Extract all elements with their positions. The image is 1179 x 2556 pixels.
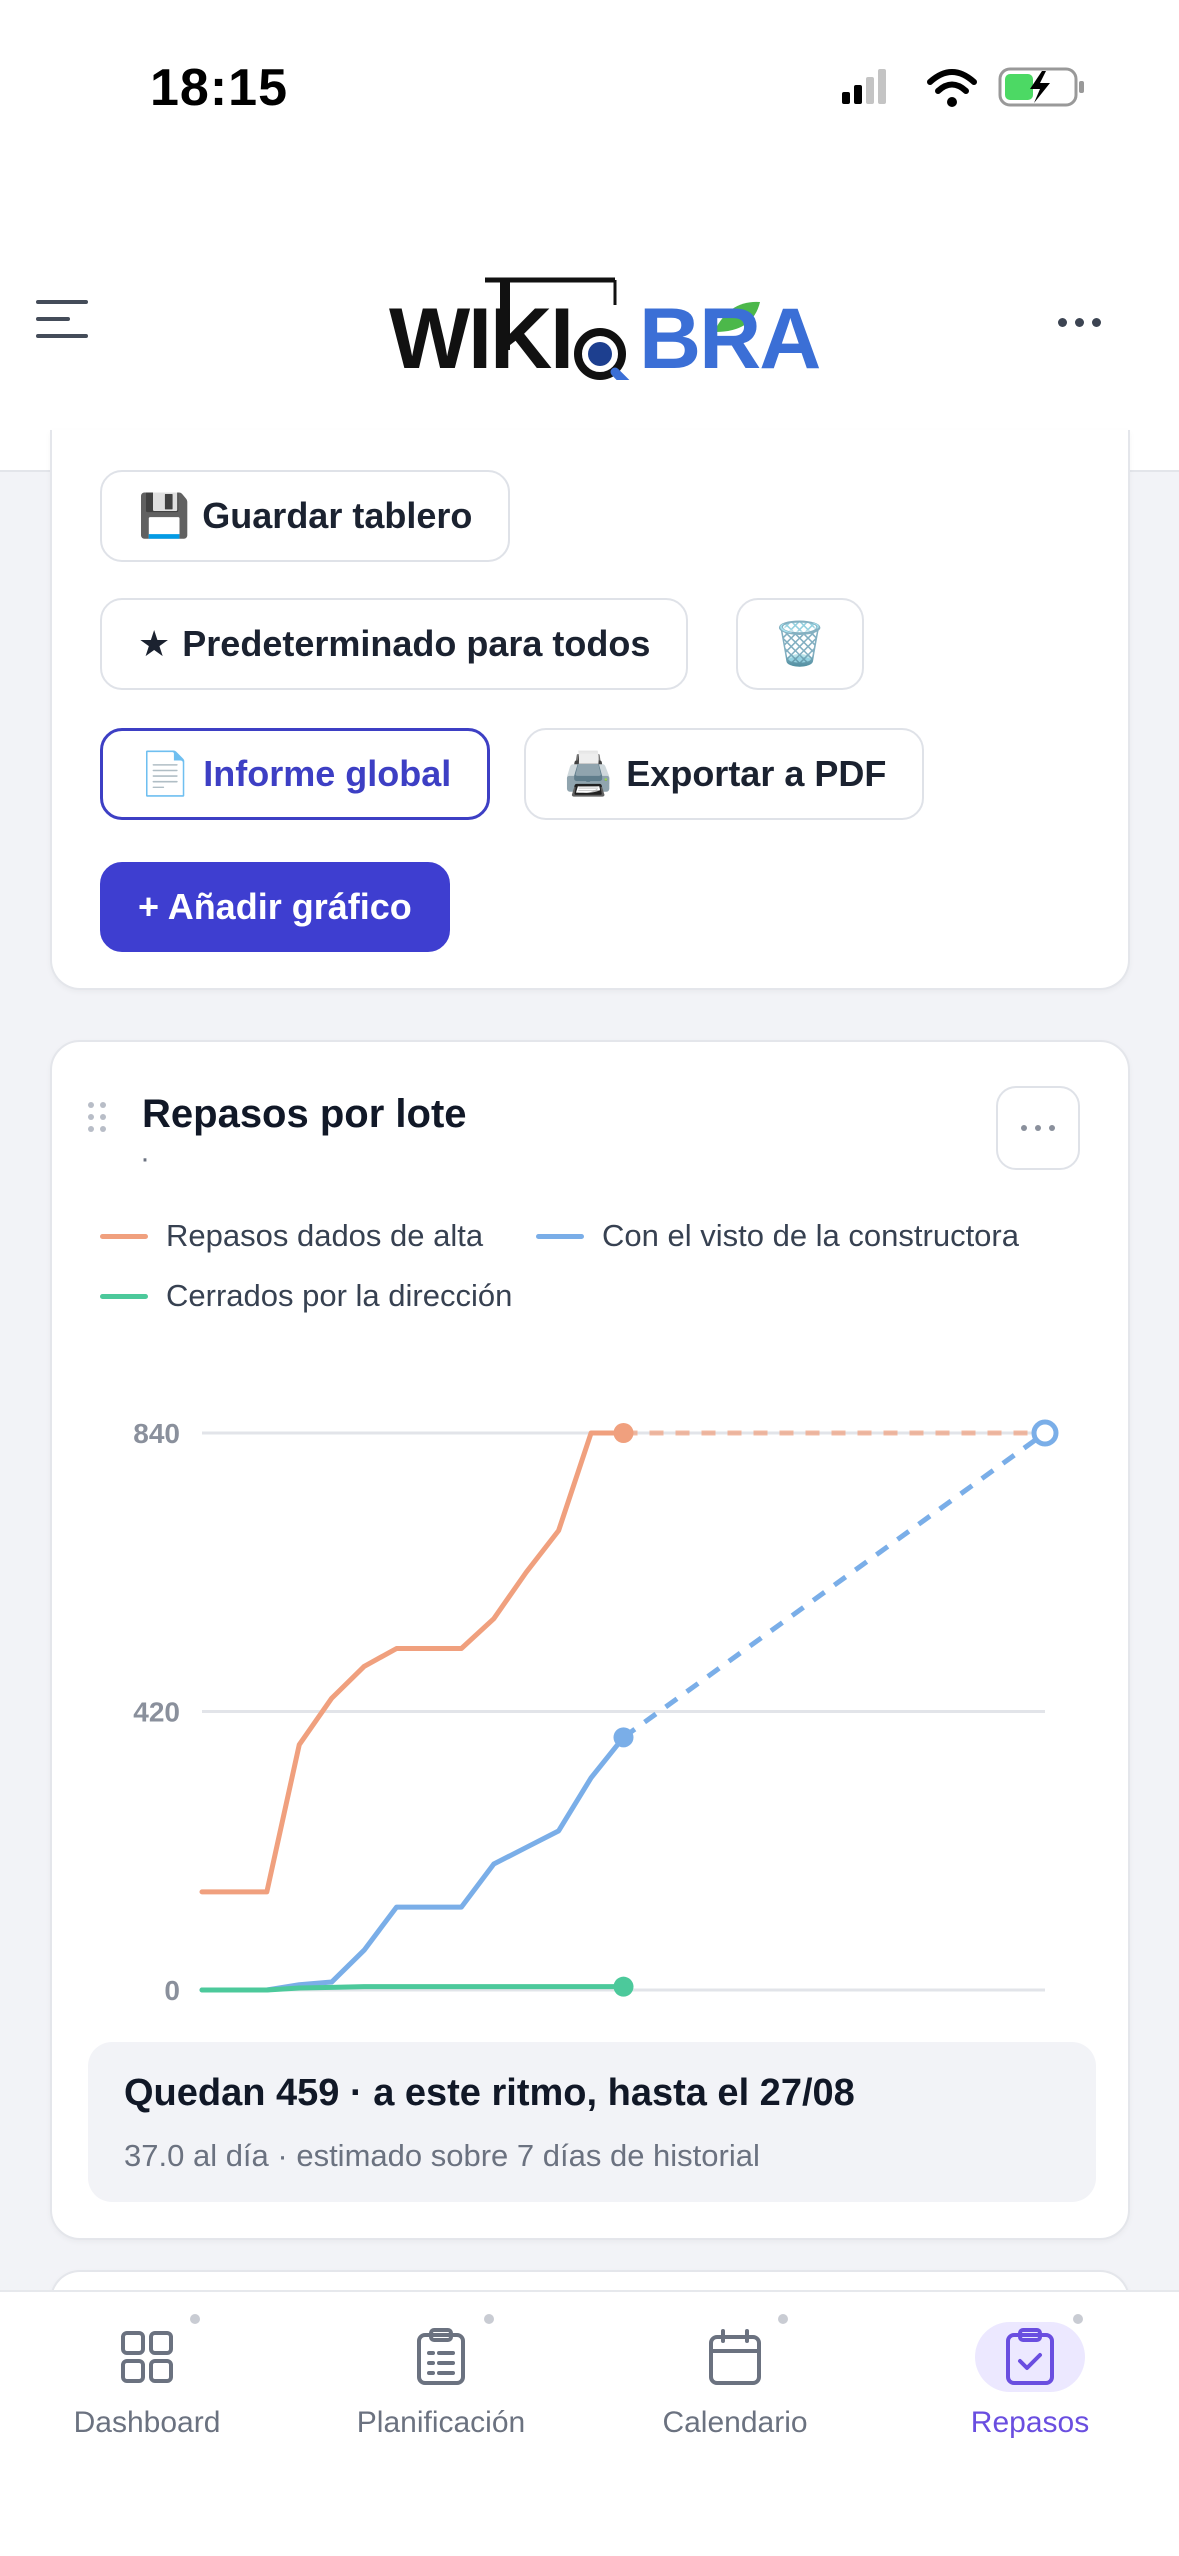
app-header: WIKI BRA <box>0 150 1179 472</box>
tab-calendario[interactable]: Calendario <box>605 2314 865 2472</box>
signal-icon <box>842 69 886 104</box>
line-chart: 042084001/0805/0809/0813/0814/0827/08 <box>133 1418 1080 2012</box>
document-icon: 📄 <box>139 749 192 797</box>
export-pdf-button[interactable]: 🖨️ Exportar a PDF <box>524 728 925 820</box>
delete-board-button[interactable]: 🗑️ <box>736 598 864 690</box>
series-projection-1 <box>622 1430 1047 1740</box>
clipboard-list-icon <box>386 2314 496 2392</box>
save-board-button[interactable]: 💾 Guardar tablero <box>100 470 511 562</box>
series-last-point-0 <box>613 1423 634 1443</box>
tab-dot <box>1073 2314 1083 2324</box>
default-for-all-button[interactable]: ★ Predeterminado para todos <box>100 598 689 690</box>
forecast-summary-main: Quedan 459 · a este ritmo, hasta el 27/0… <box>124 2072 855 2114</box>
global-report-button[interactable]: 📄 Informe global <box>100 728 491 820</box>
more-horizontal-icon[interactable] <box>1058 314 1114 334</box>
chart-options-button[interactable] <box>996 1086 1080 1170</box>
x-tick-label: 27/08 <box>1010 2009 1080 2012</box>
tab-dashboard[interactable]: Dashboard <box>17 2314 277 2472</box>
export-pdf-label: Exportar a PDF <box>626 753 887 794</box>
star-icon: ★ <box>138 623 171 664</box>
y-tick-label: 0 <box>164 1975 180 2006</box>
tab-dot <box>778 2314 788 2324</box>
series-line-1 <box>199 1734 626 1993</box>
chart-subtitle: · <box>140 1142 150 1175</box>
status-icons <box>842 67 1084 107</box>
x-tick-label: 09/08 <box>426 2009 496 2012</box>
tab-dot <box>484 2314 494 2324</box>
floppy-disk-icon: 💾 <box>138 491 191 539</box>
save-board-label: Guardar tablero <box>202 495 473 536</box>
series-last-point-1 <box>613 1727 634 1748</box>
hamburger-icon[interactable] <box>36 300 88 344</box>
x-tick-label: 01/08 <box>167 2009 237 2012</box>
legend-item-visto[interactable]: Con el visto de la constructora <box>536 1218 1019 1254</box>
legend-swatch-alta <box>100 1233 148 1239</box>
x-tick-label: 05/08 <box>297 2009 367 2012</box>
forecast-summary-sub: 37.0 al día · estimado sobre 7 días de h… <box>124 2138 760 2173</box>
tab-label-repasos: Repasos <box>970 2406 1090 2439</box>
chart-card: Repasos por lote · Repasos dados de alta… <box>50 1040 1130 2240</box>
tab-dot <box>190 2314 200 2324</box>
wifi-icon <box>927 69 977 107</box>
dashboard-toolbar-card: 💾 Guardar tablero ★ Predeterminado para … <box>50 430 1130 990</box>
legend-item-alta[interactable]: Repasos dados de alta <box>100 1218 483 1254</box>
x-tick-label: 14/08 <box>588 2009 658 2012</box>
series-line-0 <box>199 1430 626 1895</box>
logo-text-bra: BRA <box>639 291 821 387</box>
logo-text-wiki: WIKI <box>389 291 574 387</box>
app-logo[interactable]: WIKI BRA <box>385 250 821 387</box>
status-bar: 18:15 <box>0 0 1179 150</box>
legend-label-cerrados: Cerrados por la dirección <box>166 1278 513 1313</box>
legend-swatch-cerrados <box>100 1293 148 1299</box>
calendar-icon <box>680 2314 790 2392</box>
projection-endpoint <box>1031 1419 1059 1447</box>
tab-label-calendario: Calendario <box>662 2406 808 2439</box>
add-chart-button[interactable]: + Añadir gráfico <box>100 862 450 952</box>
grid-icon <box>92 2314 202 2392</box>
status-time: 18:15 <box>150 59 288 117</box>
bottom-tab-bar: Dashboard Planificación Calendario Repas… <box>0 2290 1179 2556</box>
legend-swatch-visto <box>536 1233 584 1239</box>
battery-icon <box>998 67 1084 107</box>
series-last-point-2 <box>613 1976 634 1997</box>
printer-icon: 🖨️ <box>562 749 615 797</box>
trash-icon: 🗑️ <box>773 619 827 667</box>
tab-repasos[interactable]: Repasos <box>900 2314 1160 2472</box>
default-for-all-label: Predeterminado para todos <box>182 623 651 664</box>
drag-handle-icon[interactable] <box>88 1102 112 1136</box>
y-tick-label: 840 <box>133 1418 180 1449</box>
clipboard-check-icon <box>975 2314 1085 2392</box>
add-chart-label: + Añadir gráfico <box>138 886 412 927</box>
forecast-summary: Quedan 459 · a este ritmo, hasta el 27/0… <box>88 2042 1096 2202</box>
tab-planificacion[interactable]: Planificación <box>311 2314 571 2472</box>
global-report-label: Informe global <box>203 753 452 794</box>
legend-label-visto: Con el visto de la constructora <box>602 1218 1019 1253</box>
legend-label-alta: Repasos dados de alta <box>166 1218 484 1253</box>
tab-label-dashboard: Dashboard <box>73 2406 221 2439</box>
legend-item-cerrados[interactable]: Cerrados por la dirección <box>100 1278 512 1314</box>
tab-label-planificacion: Planificación <box>356 2406 526 2439</box>
chart-title: Repasos por lote <box>142 1092 467 1136</box>
y-tick-label: 420 <box>133 1697 180 1728</box>
